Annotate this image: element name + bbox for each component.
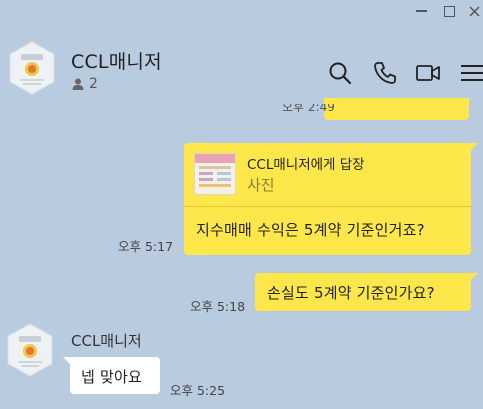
reply-message-bubble[interactable]: CCL매니저에게 답장 사진 지수매매 수익은 5계약 기준인거죠? (184, 143, 478, 255)
member-count-label: 2 (89, 76, 98, 92)
close-icon (468, 5, 480, 17)
person-icon (72, 78, 84, 90)
close-button[interactable] (463, 2, 483, 20)
previous-message-time: 오후 2:49 (282, 104, 335, 113)
minimize-icon (415, 10, 427, 12)
quoted-photo-thumbnail[interactable] (194, 153, 236, 195)
sender-name: CCL매니저 (71, 332, 142, 350)
search-icon (329, 62, 352, 85)
reply-divider (184, 206, 471, 207)
reply-quoted-type: 사진 (247, 176, 275, 194)
video-icon (416, 65, 440, 81)
member-count[interactable]: 2 (71, 76, 98, 92)
menu-button[interactable] (458, 60, 483, 86)
room-avatar[interactable] (8, 40, 56, 96)
incoming-message-bubble[interactable]: 넵 맞아요 (63, 357, 160, 394)
video-call-button[interactable] (415, 60, 441, 86)
previous-message-bubble[interactable] (324, 98, 469, 120)
second-message-text: 손실도 5계약 기준인가요? (267, 284, 435, 302)
reply-quoted-title: CCL매니저에게 답장 (247, 157, 365, 173)
incoming-message-text: 넵 맞아요 (81, 368, 142, 386)
maximize-icon (443, 5, 455, 17)
minimize-button[interactable] (410, 2, 432, 20)
menu-icon (461, 65, 483, 81)
phone-icon (374, 62, 396, 84)
search-button[interactable] (327, 60, 353, 86)
second-message-time: 오후 5:18 (190, 299, 246, 314)
reply-message-time: 오후 5:17 (118, 239, 174, 254)
room-title: CCL매니저 (71, 51, 162, 73)
incoming-message-time: 오후 5:25 (170, 383, 226, 398)
call-button[interactable] (372, 60, 398, 86)
second-message-bubble[interactable]: 손실도 5계약 기준인가요? (255, 273, 478, 311)
maximize-button[interactable] (438, 2, 460, 20)
sender-avatar[interactable] (6, 322, 54, 378)
reply-message-text: 지수매매 수익은 5계약 기준인거죠? (196, 221, 425, 239)
